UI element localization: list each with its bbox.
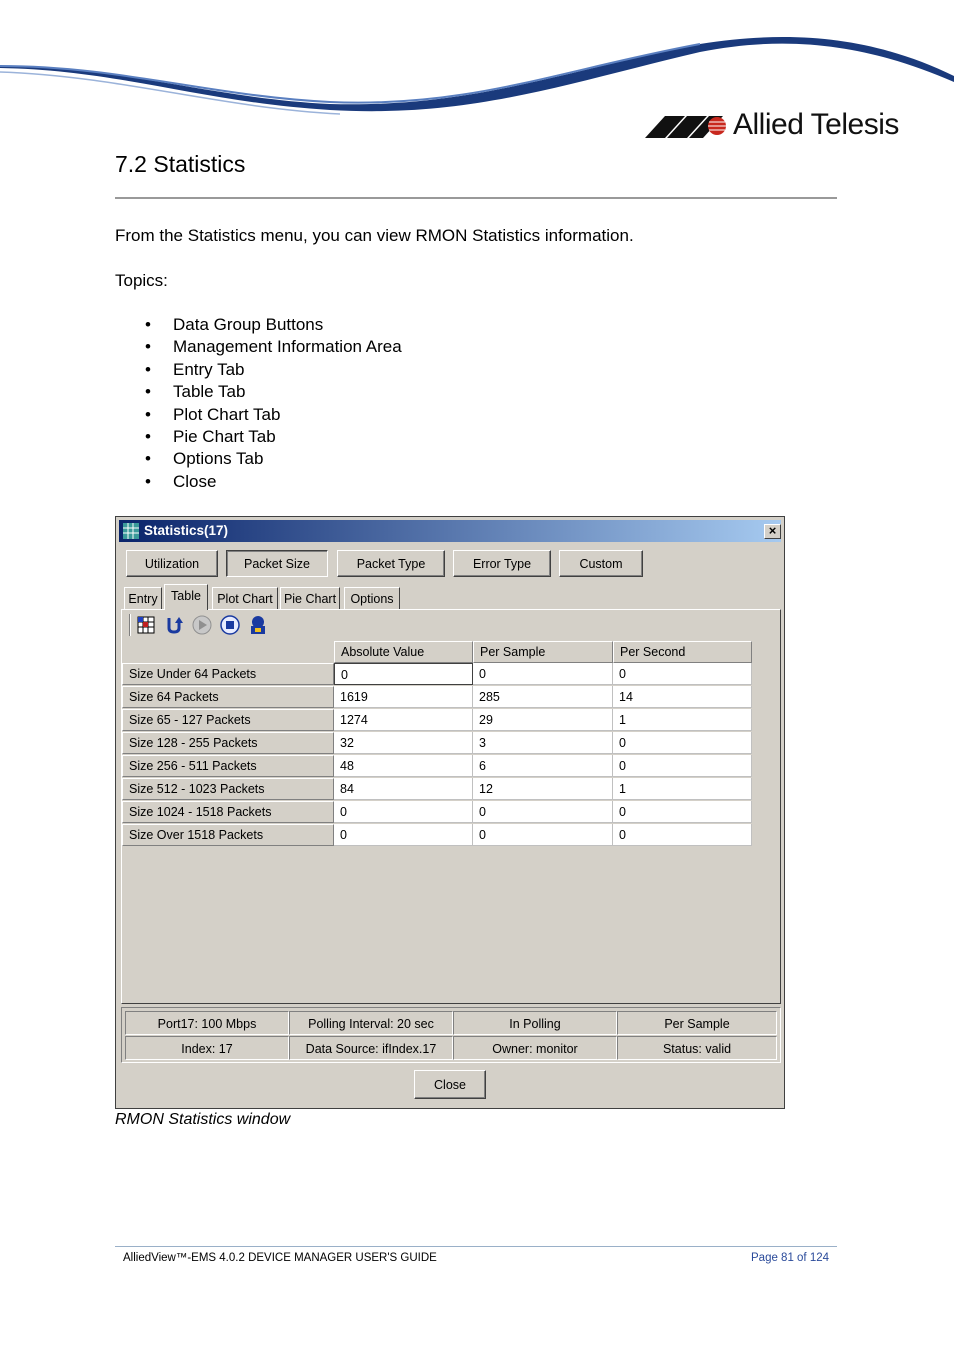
tab-entry[interactable]: Entry (124, 587, 162, 609)
table-cell[interactable]: 1 (613, 709, 752, 731)
table-cell[interactable]: 12 (473, 778, 613, 800)
status-owner: Owner: monitor (453, 1036, 617, 1060)
table-cell[interactable]: 14 (613, 686, 752, 708)
status-mode: Per Sample (617, 1011, 777, 1035)
topic-item: • Entry Tab (145, 359, 245, 379)
table-cell[interactable]: 0 (473, 663, 613, 685)
table-cell[interactable]: 285 (473, 686, 613, 708)
packet-type-button[interactable]: Packet Type (337, 550, 445, 577)
row-header: Size 1024 - 1518 Packets (122, 801, 334, 823)
row-header: Size Over 1518 Packets (122, 824, 334, 846)
tab-plot-chart[interactable]: Plot Chart (212, 587, 278, 609)
table-cell[interactable]: 1274 (334, 709, 473, 731)
grid-export-icon[interactable] (135, 614, 157, 636)
error-type-button[interactable]: Error Type (453, 550, 551, 577)
status-polling-state: In Polling (453, 1011, 617, 1035)
statistics-grid-icon (123, 523, 139, 539)
column-header-absolute-value: Absolute Value (334, 641, 473, 663)
window-titlebar[interactable]: Statistics(17) × (119, 520, 781, 542)
figure-caption: RMON Statistics window (115, 1111, 291, 1128)
packet-size-button[interactable]: Packet Size (226, 550, 328, 577)
tab-table[interactable]: Table (164, 584, 208, 610)
column-header-per-sample: Per Sample (473, 641, 613, 663)
table-cell[interactable]: 84 (334, 778, 473, 800)
tab-options[interactable]: Options (344, 587, 400, 609)
table-cell[interactable]: 0 (613, 755, 752, 777)
row-header: Size 512 - 1023 Packets (122, 778, 334, 800)
play-icon[interactable] (191, 614, 213, 636)
table-cell[interactable]: 0 (473, 801, 613, 823)
footer-divider (115, 1246, 837, 1247)
table-cell[interactable]: 0 (473, 824, 613, 846)
footer-document-title: AlliedView™-EMS 4.0.2 DEVICE MANAGER USE… (123, 1252, 437, 1264)
intro-text: From the Statistics menu, you can view R… (115, 226, 634, 245)
refresh-icon[interactable] (163, 614, 185, 636)
tab-pie-chart[interactable]: Pie Chart (280, 587, 340, 609)
row-header: Size 65 - 127 Packets (122, 709, 334, 731)
table-cell[interactable]: 3 (473, 732, 613, 754)
utilization-button[interactable]: Utilization (126, 550, 218, 577)
table-cell[interactable]: 1 (613, 778, 752, 800)
window-title: Statistics(17) (144, 523, 229, 538)
title-divider (115, 197, 837, 199)
row-header: Size 128 - 255 Packets (122, 732, 334, 754)
window-close-button[interactable]: × (764, 524, 781, 539)
status-index: Index: 17 (125, 1036, 289, 1060)
topics-list: • Data Group Buttons • Management Informat… (145, 314, 402, 493)
management-information-area: Port17: 100 Mbps Polling Interval: 20 se… (121, 1007, 781, 1063)
topic-item: • Pie Chart Tab (145, 426, 276, 446)
status-polling-interval: Polling Interval: 20 sec (289, 1011, 453, 1035)
table-cell[interactable]: 29 (473, 709, 613, 731)
table-cell[interactable]: 0 (613, 663, 752, 685)
topics-label: Topics: (115, 271, 168, 290)
table-cell[interactable]: 0 (613, 801, 752, 823)
section-title: 7.2 Statistics (115, 151, 246, 177)
status-data-source: Data Source: ifIndex.17 (289, 1036, 453, 1060)
statistics-window: Statistics(17) × Utilization Packet Size… (115, 516, 785, 1109)
row-header: Size 64 Packets (122, 686, 334, 708)
custom-button[interactable]: Custom (559, 550, 643, 577)
table-cell[interactable]: 0 (613, 732, 752, 754)
lock-user-icon[interactable] (247, 614, 269, 636)
table-cell[interactable]: 1619 (334, 686, 473, 708)
close-button[interactable]: Close (414, 1070, 486, 1099)
footer-page-number: Page 81 of 124 (751, 1252, 830, 1264)
topic-item: • Management Information Area (145, 337, 402, 357)
table-cell[interactable]: 0 (334, 663, 473, 685)
table-cell[interactable]: 0 (334, 801, 473, 823)
topic-item: • Options Tab (145, 449, 264, 469)
topic-item: • Close (145, 471, 217, 491)
topic-item: • Plot Chart Tab (145, 404, 281, 424)
column-header-per-second: Per Second (613, 641, 752, 663)
stop-icon[interactable] (219, 614, 241, 636)
topic-item: • Data Group Buttons (145, 315, 324, 334)
toolbar-grip (129, 614, 131, 636)
status-valid: Status: valid (617, 1036, 777, 1060)
status-port: Port17: 100 Mbps (125, 1011, 289, 1035)
table-cell[interactable]: 32 (334, 732, 473, 754)
row-header: Size 256 - 511 Packets (122, 755, 334, 777)
table-cell[interactable]: 0 (334, 824, 473, 846)
brand-name: Allied Telesis (733, 108, 899, 141)
topic-item: • Table Tab (145, 382, 246, 402)
row-header: Size Under 64 Packets (122, 663, 334, 685)
table-cell[interactable]: 48 (334, 755, 473, 777)
table-cell[interactable]: 0 (613, 824, 752, 846)
table-cell[interactable]: 6 (473, 755, 613, 777)
